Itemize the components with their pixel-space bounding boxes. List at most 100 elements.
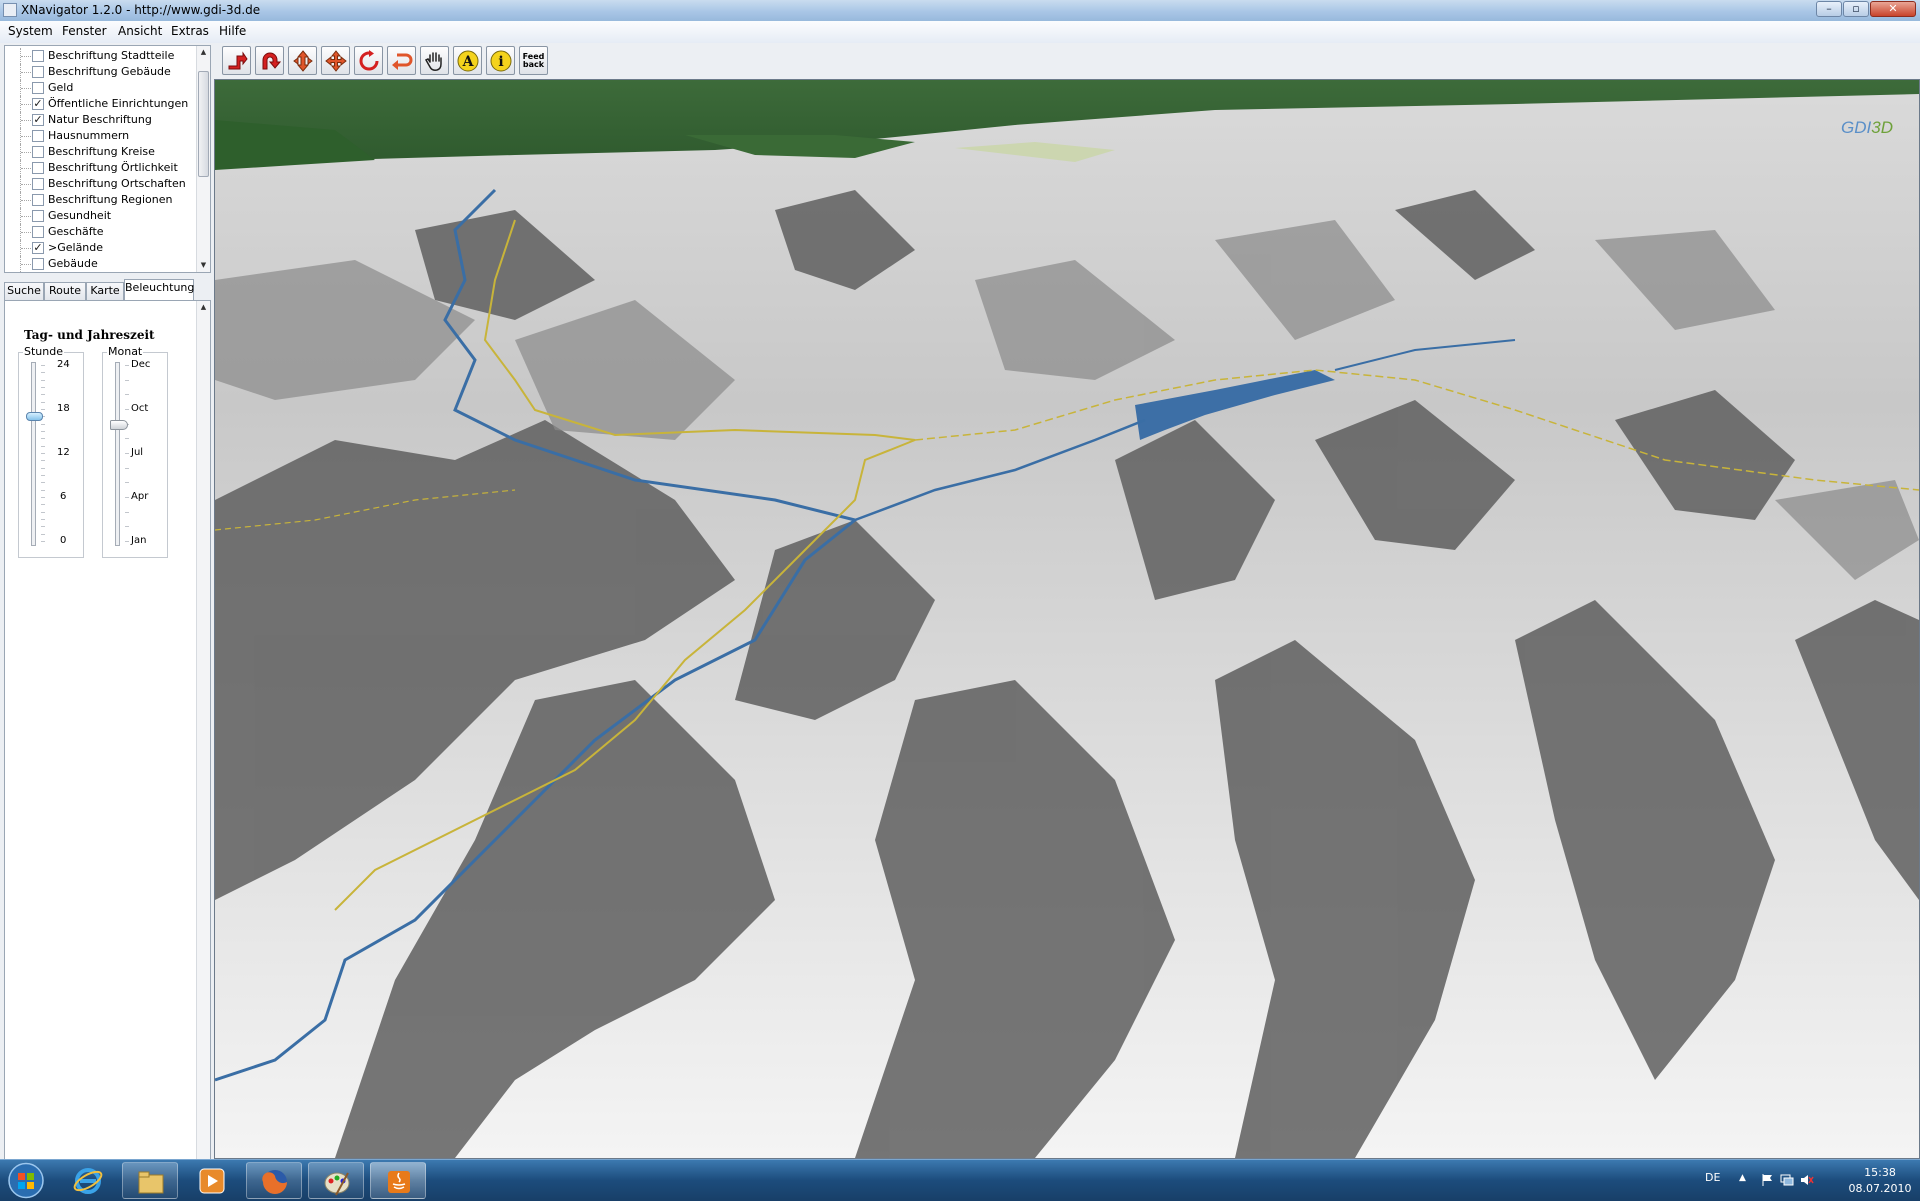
move-button[interactable] [321,46,350,75]
month-tick: Dec [131,359,151,370]
slider-minor-tick [125,365,129,366]
maximize-button[interactable]: ▫ [1843,1,1869,17]
language-indicator[interactable]: DE [1705,1171,1720,1184]
menu-fenster[interactable]: Fenster [61,24,108,38]
hour-slider-track[interactable] [31,362,36,546]
internet-explorer-icon [73,1168,103,1194]
taskbar-explorer[interactable] [122,1162,178,1199]
menu-hilfe[interactable]: Hilfe [218,24,247,38]
lighting-panel-scrollbar[interactable]: ▲ ▼ [196,301,210,1199]
hour-slider-knob[interactable] [26,412,43,422]
tilt-button[interactable] [222,46,251,75]
layer-checkbox[interactable] [32,146,44,158]
tab-beleuchtung[interactable]: Beleuchtung [124,279,194,300]
layer-checkbox[interactable] [32,194,44,206]
layer-checkbox[interactable] [32,258,44,270]
layer-checkbox[interactable] [32,82,44,94]
lighting-panel: Tag- und Jahreszeit Stunde 24 18 12 6 0 … [4,300,211,1200]
taskbar-ie[interactable] [60,1162,116,1199]
tab-karte[interactable]: Karte [86,282,124,300]
layer-row[interactable]: Gesundheit [5,208,195,224]
menu-ansicht[interactable]: Ansicht [117,24,163,38]
minimize-button[interactable]: – [1816,1,1842,17]
clock-date[interactable]: 08.07.2010 [1842,1182,1918,1195]
menu-system[interactable]: System [7,24,54,38]
layer-label: Öffentliche Einrichtungen [48,97,189,110]
layer-row[interactable]: Beschriftung Ortschaften [5,176,195,192]
close-button[interactable]: ✕ [1870,1,1916,17]
layer-checkbox[interactable]: ✓ [32,242,44,254]
slider-minor-tick [125,409,129,410]
taskbar-java-active[interactable] [370,1162,426,1199]
slider-minor-tick [125,438,129,440]
rotate-button[interactable] [255,46,284,75]
annotation-button[interactable]: A [453,46,482,75]
tab-suche[interactable]: Suche [4,282,44,300]
slider-minor-tick [41,387,45,388]
clock-time[interactable]: 15:38 [1850,1166,1910,1179]
slider-minor-tick [41,445,45,447]
navigation-toolbar: A i Feed back [214,43,1920,79]
app-icon [3,3,17,17]
undo-button[interactable] [387,46,416,75]
layer-checkbox[interactable]: ✓ [32,98,44,110]
layer-checkbox[interactable] [32,66,44,78]
layer-row[interactable]: Beschriftung Regionen [5,192,195,208]
reset-rotation-button[interactable] [354,46,383,75]
hour-group: Stunde 24 18 12 6 0 [18,345,84,558]
layer-row[interactable]: Hausnummern [5,128,195,144]
slider-minor-tick [125,453,129,454]
layer-row[interactable]: ✓ Öffentliche Einrichtungen [5,96,195,112]
layer-checkbox[interactable] [32,162,44,174]
window-title-bar: XNavigator 1.2.0 - http://www.gdi-3d.de … [0,0,1920,22]
layer-row[interactable]: Geschäfte [5,224,195,240]
layer-label: >Gelände [48,241,104,254]
show-hidden-icons-icon[interactable]: ▲ [1739,1173,1753,1187]
layer-checkbox[interactable] [32,50,44,62]
month-slider-knob[interactable] [110,419,128,430]
scroll-up-arrow[interactable]: ▲ [197,46,210,59]
slider-minor-tick [41,453,45,454]
network-icon[interactable] [1780,1173,1794,1187]
slider-minor-tick [41,533,45,535]
scroll-down-arrow[interactable]: ▼ [197,259,210,272]
pan-button[interactable] [420,46,449,75]
taskbar-firefox[interactable] [246,1162,302,1199]
feedback-button[interactable]: Feed back [519,46,548,75]
layer-row[interactable]: Beschriftung Örtlichkeit [5,160,195,176]
terrain-render [215,80,1919,1158]
hour-label: Stunde [23,345,64,358]
tab-route[interactable]: Route [44,282,86,300]
move-updown-button[interactable] [288,46,317,75]
layer-list-scrollbar[interactable]: ▲ ▼ [196,46,210,272]
layer-label: Natur Beschriftung [48,113,152,126]
layer-checkbox[interactable] [32,130,44,142]
slider-minor-tick [41,467,45,469]
layer-checkbox[interactable] [32,226,44,238]
layer-row[interactable]: ✓ Natur Beschriftung [5,112,195,128]
taskbar-paint[interactable] [308,1162,364,1199]
layer-row[interactable]: Beschriftung Gebäude [5,64,195,80]
layer-row[interactable]: Geld [5,80,195,96]
volume-muted-icon[interactable] [1800,1173,1814,1187]
layer-row[interactable]: Beschriftung Kreise [5,144,195,160]
map-3d-viewport[interactable]: GDI3D [214,79,1920,1159]
layer-checkbox[interactable]: ✓ [32,114,44,126]
layer-row[interactable]: Gebäude [5,256,195,272]
move-icon [325,50,347,72]
info-button[interactable]: i [486,46,515,75]
slider-minor-tick [41,541,45,542]
slider-minor-tick [41,372,45,374]
layer-row[interactable]: Beschriftung Stadtteile [5,48,195,64]
month-tick: Apr [131,491,149,502]
scroll-up-arrow[interactable]: ▲ [197,301,210,314]
scroll-thumb[interactable] [198,71,209,177]
action-center-flag-icon[interactable] [1760,1173,1774,1187]
month-slider-track[interactable] [115,362,120,546]
start-button[interactable] [4,1161,48,1200]
menu-extras[interactable]: Extras [170,24,210,38]
taskbar-media-player[interactable] [184,1162,240,1199]
layer-row[interactable]: ✓ >Gelände [5,240,195,256]
layer-checkbox[interactable] [32,210,44,222]
layer-checkbox[interactable] [32,178,44,190]
